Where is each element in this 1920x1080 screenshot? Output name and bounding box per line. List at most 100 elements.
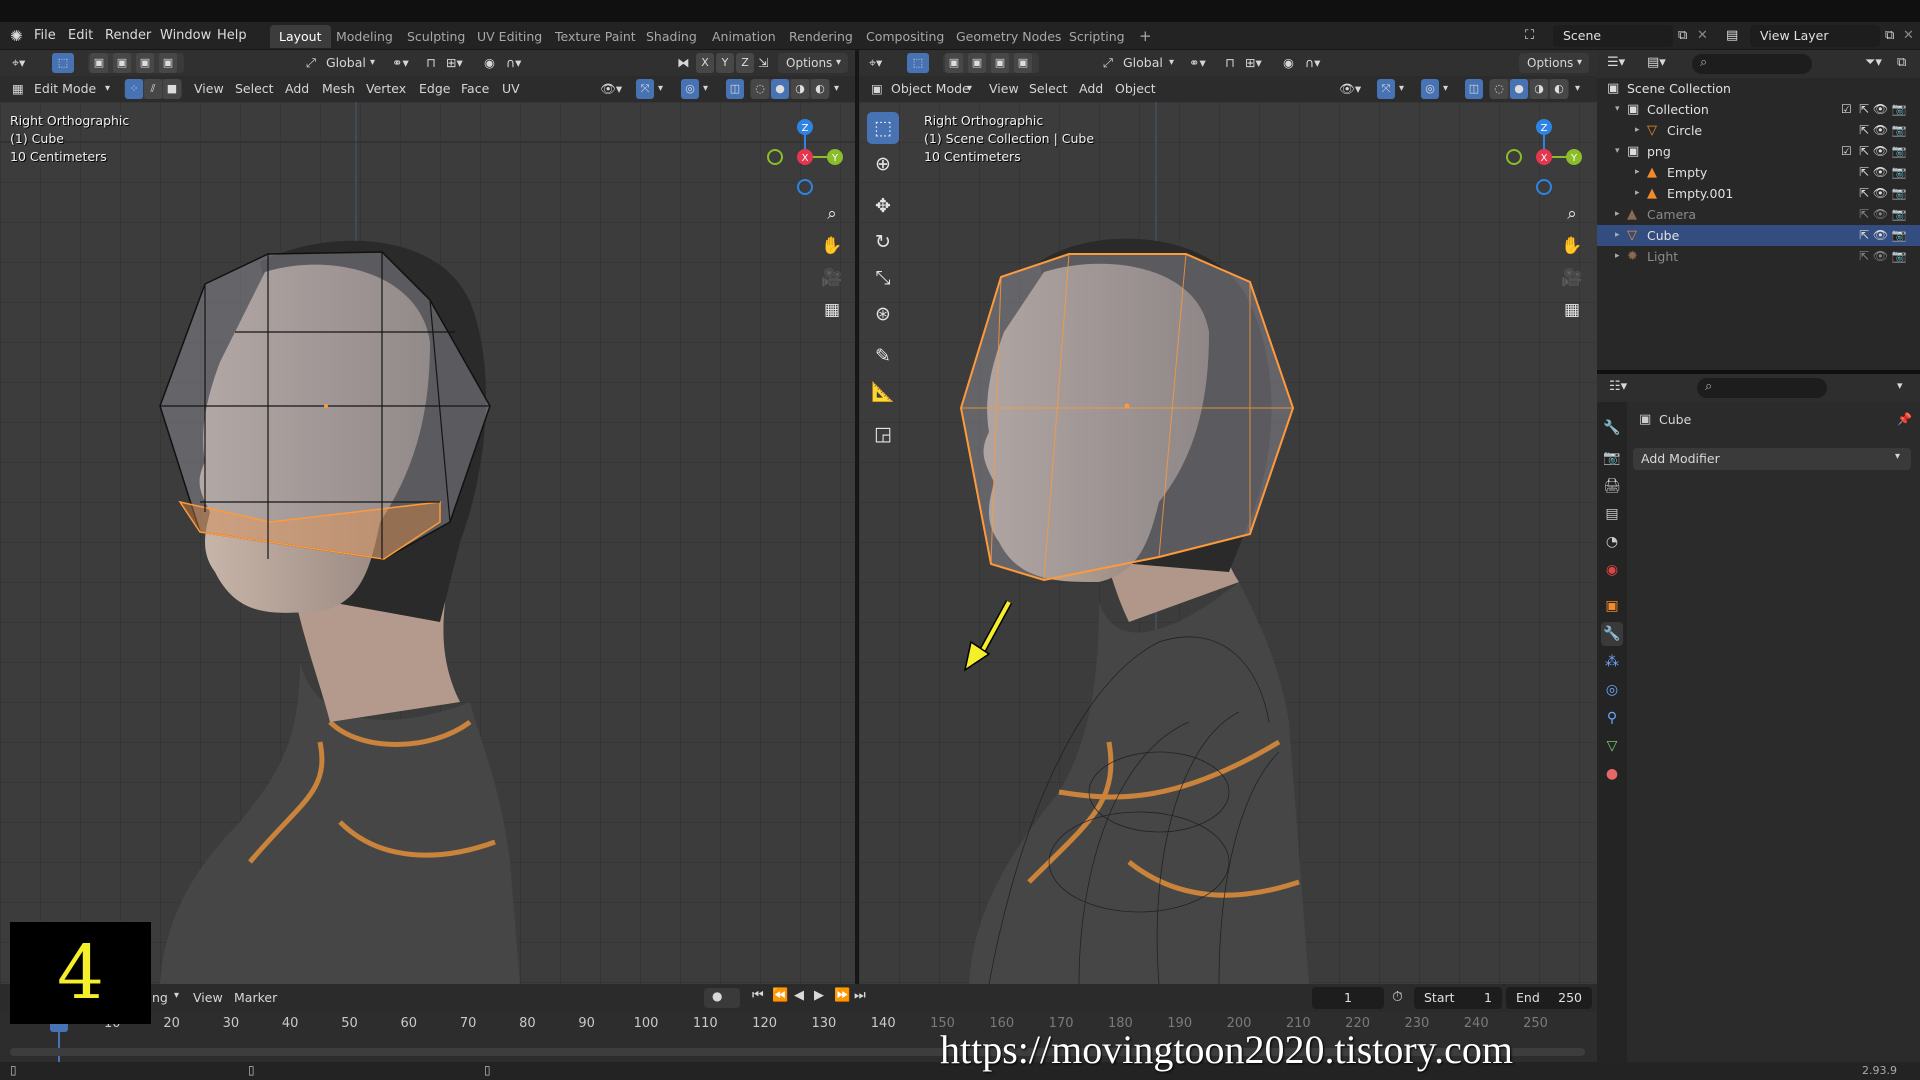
visibility-toggles-icon[interactable]: ⇱ 👁 📷 <box>1859 141 1907 162</box>
select-extend-icon[interactable]: ▣ <box>968 53 986 73</box>
gizmo-neg-z-axis[interactable] <box>797 179 813 195</box>
editor-type-icon[interactable]: ☰▾ <box>1607 55 1625 70</box>
xray-toggle-icon[interactable]: ◫ <box>726 79 744 99</box>
constraints-tab-icon[interactable]: ⚲ <box>1601 706 1623 730</box>
menu-view[interactable]: View <box>989 76 1019 102</box>
display-mode-icon[interactable]: ▤▾ <box>1647 55 1666 70</box>
output-tab-icon[interactable]: 🖨 <box>1601 474 1623 498</box>
menu-playback[interactable]: ng <box>152 990 168 1005</box>
gizmo-neg-y-axis[interactable] <box>767 149 783 165</box>
view-layer-icon[interactable]: ▤ <box>1726 22 1738 50</box>
select-subtract-icon[interactable]: ▣ <box>136 53 154 73</box>
outliner-row[interactable]: ▣ Scene Collection <box>1597 78 1920 99</box>
visibility-toggles-icon[interactable]: ⇱ 👁 📷 <box>1859 120 1907 141</box>
outliner-row[interactable]: ▸ ▲ Empty ⇱ 👁 📷 <box>1597 162 1920 183</box>
snap-target-icon[interactable]: ⊞▾ <box>446 50 463 76</box>
expand-arrow-icon[interactable]: ▸ <box>1635 162 1640 183</box>
select-new-icon[interactable]: ▣ <box>945 53 963 73</box>
object-tab-icon[interactable]: ▣ <box>1601 594 1623 618</box>
editor-type-icon[interactable]: ⌖▾ <box>869 50 882 76</box>
menu-marker[interactable]: Marker <box>234 990 277 1005</box>
mode-dropdown[interactable]: Object Mode <box>891 76 970 102</box>
add-cube-tool-icon[interactable]: ◲ <box>867 418 899 450</box>
auto-merge-icon[interactable]: ⇲ <box>758 50 768 76</box>
navigation-gizmo[interactable]: Z Y X <box>760 112 850 202</box>
pan-hand-icon[interactable]: ✋ <box>1558 232 1586 260</box>
rendered-shading-icon[interactable]: ◐ <box>1550 79 1568 99</box>
gizmo-neg-z-axis[interactable] <box>1536 179 1552 195</box>
overlays-toggle-icon[interactable]: ◎ <box>1421 79 1439 99</box>
xray-toggle-icon[interactable]: ◫ <box>1465 79 1483 99</box>
jump-end-icon[interactable]: ⏭ <box>854 988 866 1003</box>
visibility-icon[interactable]: 👁▾ <box>600 76 622 102</box>
expand-arrow-icon[interactable]: ▸ <box>1615 204 1620 225</box>
mirror-icon[interactable]: ⧓ <box>677 50 690 76</box>
transform-tool-icon[interactable]: ⊛ <box>867 298 899 330</box>
tab-texture-paint[interactable]: Texture Paint <box>546 25 645 48</box>
visibility-toggles-icon[interactable]: ⇱ 👁 📷 <box>1859 162 1907 183</box>
grid-view-icon[interactable]: ▦ <box>818 296 846 324</box>
scene-tab-icon[interactable]: ◔ <box>1601 530 1623 554</box>
tab-geometry-nodes[interactable]: Geometry Nodes <box>947 25 1070 48</box>
expand-arrow-icon[interactable]: ▸ <box>1635 183 1640 204</box>
face-select-icon[interactable]: ■ <box>163 79 181 99</box>
scale-tool-icon[interactable]: ⤡ <box>867 262 899 294</box>
options-dropdown[interactable]: Options ▾ <box>778 53 848 73</box>
cube-object-outline[interactable] <box>959 253 1295 582</box>
new-collection-icon[interactable]: ⧉ <box>1897 55 1906 70</box>
gizmo-toggle-icon[interactable]: ⤧ <box>1377 79 1395 99</box>
tab-modeling[interactable]: Modeling <box>327 25 402 48</box>
tool-tab-icon[interactable]: 🔧 <box>1601 416 1623 440</box>
add-modifier-dropdown[interactable]: Add Modifier ▾ <box>1633 448 1911 470</box>
mirror-z-toggle[interactable]: Z <box>736 53 754 73</box>
zoom-icon[interactable]: ⌕ <box>1558 200 1586 228</box>
proportional-falloff-icon[interactable]: ∩▾ <box>506 50 521 76</box>
world-tab-icon[interactable]: ◉ <box>1601 558 1623 582</box>
transform-orientation-dropdown[interactable]: Global <box>326 50 366 76</box>
outliner-row[interactable]: ▾ ▣ png ⇱ 👁 📷 ☑ <box>1597 141 1920 162</box>
rendered-shading-icon[interactable]: ◐ <box>811 79 829 99</box>
outliner-row[interactable]: ▸ ✹ Light ⇱ 👁 📷 <box>1597 246 1920 267</box>
exclude-checkbox-icon[interactable]: ☑ <box>1841 141 1852 162</box>
tab-rendering[interactable]: Rendering <box>780 25 862 48</box>
particles-tab-icon[interactable]: ⁂ <box>1601 650 1623 674</box>
select-intersect-icon[interactable]: ▣ <box>159 53 177 73</box>
solid-shading-icon[interactable]: ● <box>771 79 789 99</box>
select-box-tool-icon[interactable]: ⬚ <box>867 112 899 144</box>
play-icon[interactable]: ▶ <box>814 988 824 1003</box>
expand-arrow-icon[interactable]: ▸ <box>1635 120 1640 141</box>
menu-add[interactable]: Add <box>285 76 309 102</box>
menu-window[interactable]: Window <box>160 22 211 50</box>
mode-dropdown[interactable]: Edit Mode <box>34 76 96 102</box>
pivot-point-icon[interactable]: ⚭▾ <box>1189 50 1206 76</box>
visibility-toggles-icon[interactable]: ⇱ 👁 📷 <box>1859 99 1907 120</box>
navigation-gizmo[interactable]: Z Y X <box>1499 112 1589 202</box>
tab-compositing[interactable]: Compositing <box>857 25 953 48</box>
outliner-row[interactable]: ▾ ▣ Collection ⇱ 👁 📷 ☑ <box>1597 99 1920 120</box>
delete-view-layer-icon[interactable]: ✕ <box>1903 22 1914 50</box>
play-reverse-icon[interactable]: ◀ <box>794 988 804 1003</box>
wireframe-shading-icon[interactable]: ◌ <box>1490 79 1508 99</box>
menu-face[interactable]: Face <box>461 76 489 102</box>
transform-orientation-icon[interactable]: ⤢ <box>306 50 316 76</box>
tab-layout[interactable]: Layout <box>270 25 331 48</box>
view-layer-tab-icon[interactable]: ▤ <box>1601 502 1623 526</box>
editor-type-icon[interactable]: ☷▾ <box>1609 379 1627 394</box>
visibility-toggles-icon[interactable]: ⇱ 👁 📷 <box>1859 246 1907 267</box>
proportional-edit-icon[interactable]: ◉ <box>1283 50 1294 76</box>
tab-sculpting[interactable]: Sculpting <box>398 25 474 48</box>
current-frame-field[interactable]: 1 <box>1312 987 1384 1009</box>
menu-mesh[interactable]: Mesh <box>322 76 355 102</box>
menu-file[interactable]: File <box>34 22 56 50</box>
outliner-row[interactable]: ▸ ▲ Empty.001 ⇱ 👁 📷 <box>1597 183 1920 204</box>
annotate-tool-icon[interactable]: ✎ <box>867 340 899 372</box>
gizmo-toggle-icon[interactable]: ⤧ <box>636 79 654 99</box>
next-keyframe-icon[interactable]: ⏩ <box>834 988 850 1003</box>
menu-render[interactable]: Render <box>105 22 151 50</box>
scene-selector[interactable]: Scene <box>1553 25 1673 47</box>
menu-select[interactable]: Select <box>235 76 274 102</box>
menu-object[interactable]: Object <box>1115 76 1156 102</box>
vertex-select-icon[interactable]: ⁘ <box>125 79 143 99</box>
jump-start-icon[interactable]: ⏮ <box>752 988 764 1003</box>
blender-logo-icon[interactable]: ✺ <box>10 22 23 50</box>
